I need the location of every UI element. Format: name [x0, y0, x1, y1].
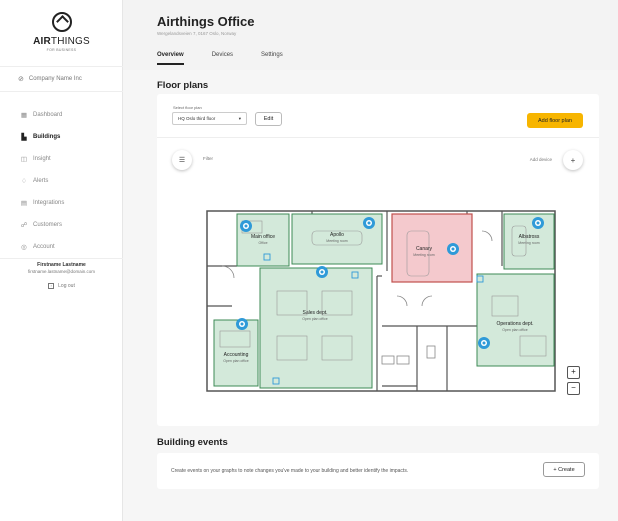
logout-icon: ›	[48, 283, 55, 289]
add-device-button[interactable]: +	[563, 150, 583, 170]
sensor-icon	[240, 220, 252, 232]
logout-button[interactable]: › Log out	[0, 283, 123, 289]
sidebar-item-insight[interactable]: ◫ Insight	[0, 148, 123, 170]
brand-subtitle: FOR BUSINESS	[46, 48, 77, 52]
room-name: Apollo	[330, 232, 344, 238]
floor-plan-card: Select floor plan HQ Oslo third floor ▾ …	[157, 94, 599, 426]
sidebar: AIRTHINGS FOR BUSINESS ⊘ Company Name In…	[0, 0, 123, 521]
sensor-icon	[532, 217, 544, 229]
sensor-icon	[478, 337, 490, 349]
sidebar-item-dashboard[interactable]: ▦ Dashboard	[0, 104, 123, 126]
logo[interactable]: AIRTHINGS FOR BUSINESS	[0, 12, 123, 52]
filter-button[interactable]: ☰	[172, 150, 192, 170]
room-type: Meeting room	[413, 253, 434, 257]
company-name: Company Name Inc	[28, 76, 82, 82]
sidebar-item-alerts[interactable]: ♢ Alerts	[0, 170, 123, 192]
room-type: Open plan office	[223, 359, 248, 363]
floor-plan-toolbar: Select floor plan HQ Oslo third floor ▾ …	[157, 94, 599, 138]
room-albatross[interactable]: Albatross Meeting room	[503, 213, 555, 270]
room-type: Open plan office	[302, 317, 327, 321]
room-name: Accounting	[224, 352, 249, 358]
sensor-icon	[236, 318, 248, 330]
main-content: Floor plans Select floor plan HQ Oslo th…	[123, 70, 618, 521]
zoom-in-button[interactable]: +	[567, 366, 580, 379]
grid-icon: ▦	[20, 112, 28, 119]
select-floor-plan-label: Select floor plan	[173, 105, 202, 110]
tab-settings[interactable]: Settings	[261, 52, 283, 65]
sidebar-item-integrations[interactable]: ▤ Integrations	[0, 192, 123, 214]
brand-name: AIRTHINGS	[33, 36, 90, 47]
sidebar-nav: ▦ Dashboard ▙ Buildings ◫ Insight ♢ Aler…	[0, 104, 123, 258]
user-name: Firstname Lastname	[37, 262, 86, 268]
user-block: Firstname Lastname firstname.lastname@do…	[0, 258, 123, 289]
room-name: Main office	[251, 234, 275, 240]
zoom-out-button[interactable]: −	[567, 382, 580, 395]
bell-icon: ♢	[21, 178, 27, 185]
sensor-icon	[363, 217, 375, 229]
room-type: Open plan office	[502, 328, 527, 332]
plus-icon: +	[570, 155, 576, 165]
user-email: firstname.lastname@domain.com	[27, 269, 96, 274]
airthings-logo-icon	[51, 12, 72, 32]
floor-plan-select[interactable]: HQ Oslo third floor ▾	[172, 112, 247, 125]
add-floor-plan-button[interactable]: Add floor plan	[527, 113, 583, 128]
sensor-icon	[447, 243, 459, 255]
tab-overview[interactable]: Overview	[157, 52, 184, 65]
add-device-label: Add device	[529, 157, 552, 162]
room-name: Operations dept.	[497, 321, 534, 327]
floor-plan-map[interactable]: Main office Office Apollo Meeting room C…	[202, 206, 562, 401]
company-selector[interactable]: ⊘ Company Name Inc	[0, 66, 123, 92]
building-icon: ▙	[21, 134, 27, 141]
building-events-card: Create events on your graphs to note cha…	[157, 453, 599, 489]
room-sales-dept[interactable]: Sales dept. Open plan office	[259, 267, 373, 389]
tab-bar: Overview Devices Settings	[157, 52, 311, 65]
create-event-button[interactable]: + Create	[543, 462, 585, 477]
account-icon: ◎	[21, 244, 27, 251]
room-type: Meeting room	[518, 241, 539, 245]
filter-label: Filter	[203, 156, 213, 161]
room-type: Meeting room	[326, 239, 347, 243]
page-header: Airthings Office Wergelandsveien 7, 0167…	[123, 0, 618, 70]
page-title: Airthings Office	[157, 14, 255, 29]
sidebar-item-customers[interactable]: ☍ Customers	[0, 214, 123, 236]
tab-devices[interactable]: Devices	[212, 52, 233, 65]
customers-icon: ☍	[20, 222, 28, 229]
room-accounting[interactable]: Accounting Open plan office	[213, 319, 259, 387]
app-root: AIRTHINGS FOR BUSINESS ⊘ Company Name In…	[0, 0, 618, 521]
room-name: Albatross	[519, 234, 540, 240]
sidebar-item-account[interactable]: ◎ Account	[0, 236, 123, 258]
sensor-icon	[316, 266, 328, 278]
integrations-icon: ▤	[20, 200, 28, 207]
caret-down-icon: ▾	[238, 116, 241, 121]
filter-icon: ☰	[178, 157, 186, 164]
building-address: Wergelandsveien 7, 0167 Oslo, Norway	[157, 31, 237, 36]
chart-icon: ◫	[20, 156, 28, 163]
room-canary[interactable]: Canary Meeting room	[391, 213, 473, 283]
floor-plans-title: Floor plans	[157, 80, 209, 91]
company-icon: ⊘	[18, 76, 24, 83]
edit-button[interactable]: Edit	[255, 112, 282, 126]
building-events-description: Create events on your graphs to note cha…	[171, 468, 409, 474]
room-operations-dept[interactable]: Operations dept. Open plan office	[476, 273, 555, 367]
building-events-title: Building events	[157, 437, 228, 448]
sidebar-item-buildings[interactable]: ▙ Buildings	[0, 126, 123, 148]
room-name: Canary	[416, 246, 433, 252]
room-type: Office	[258, 241, 267, 245]
